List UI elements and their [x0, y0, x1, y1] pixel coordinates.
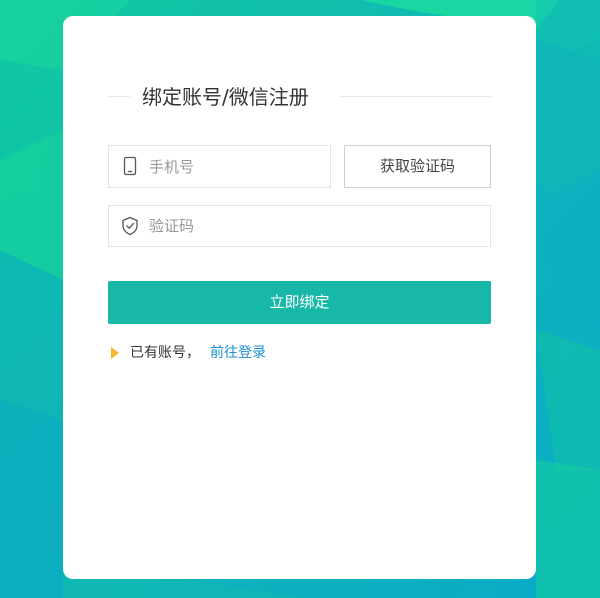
page-title: 绑定账号/微信注册 — [142, 85, 309, 109]
get-code-button[interactable]: 获取验证码 — [344, 145, 491, 188]
bind-account-card: 绑定账号/微信注册 获取验证码 立即绑定 已有账号， 前往登录 — [63, 16, 536, 579]
bind-now-button[interactable]: 立即绑定 — [108, 281, 491, 324]
verification-code-input[interactable] — [149, 206, 482, 246]
phone-icon — [123, 156, 137, 176]
phone-input[interactable] — [149, 146, 322, 187]
code-input-box[interactable] — [108, 205, 491, 247]
title-divider-right — [340, 96, 491, 97]
login-prompt-text: 已有账号， — [130, 345, 200, 361]
title-divider-left — [108, 96, 130, 97]
title-row: 绑定账号/微信注册 — [108, 82, 491, 112]
shield-check-icon — [122, 216, 138, 236]
caret-right-icon — [111, 347, 119, 359]
phone-input-box[interactable] — [108, 145, 331, 188]
go-login-link[interactable]: 前往登录 — [210, 342, 266, 364]
